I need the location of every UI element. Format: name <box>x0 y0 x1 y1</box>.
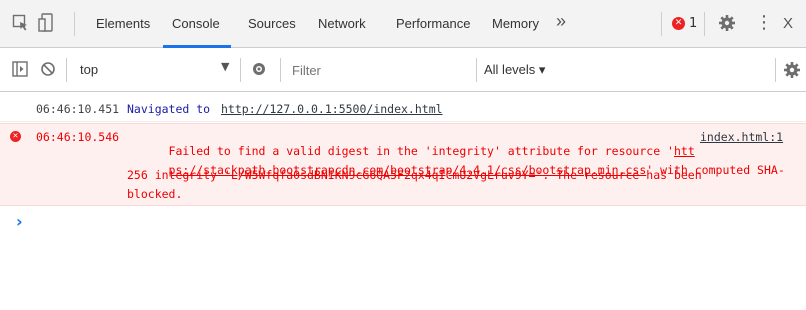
console-settings-gear-icon[interactable] <box>783 61 801 79</box>
console-prompt-chevron-icon: › <box>16 212 23 231</box>
console-message-navigation: 06:46:10.451 Navigated to http://127.0.0… <box>0 92 806 122</box>
context-dropdown-arrow-icon[interactable]: ▼ <box>221 60 229 73</box>
tab-performance[interactable]: Performance <box>396 16 470 31</box>
error-source-link[interactable]: index.html:1 <box>700 130 783 144</box>
console-filter-bar: top ▼ All levels ▾ <box>0 48 806 92</box>
tab-elements[interactable]: Elements <box>96 16 150 31</box>
inspect-element-icon[interactable] <box>12 14 30 32</box>
navigated-url-link[interactable]: http://127.0.0.1:5500/index.html <box>221 102 443 116</box>
filter-input[interactable] <box>290 58 474 82</box>
more-tabs-button[interactable]: » <box>556 11 566 32</box>
error-line-3: 256 integrity 'L/W5Wfqfa0sdBNIKN9cG6QA5F… <box>127 168 702 182</box>
tab-memory[interactable]: Memory <box>492 16 539 31</box>
error-icon: ✕ <box>672 17 685 30</box>
console-prompt-row[interactable]: › <box>0 208 806 238</box>
error-icon: ✕ <box>10 131 21 142</box>
log-levels-dropdown[interactable]: All levels ▾ <box>484 62 545 78</box>
console-message-error: ✕ 06:46:10.546 Failed to find a valid di… <box>0 123 806 206</box>
message-timestamp: 06:46:10.451 <box>36 102 120 116</box>
tab-console[interactable]: Console <box>172 16 220 31</box>
customize-menu-button[interactable]: ⋮ <box>755 12 773 33</box>
message-timestamp: 06:46:10.546 <box>36 130 120 144</box>
devtools-tab-bar: Elements Console Sources Network Perform… <box>0 0 806 48</box>
settings-gear-icon[interactable] <box>718 14 736 32</box>
live-expression-eye-icon[interactable] <box>250 61 268 77</box>
close-devtools-button[interactable]: X <box>783 15 793 32</box>
clear-console-icon[interactable] <box>40 61 56 77</box>
tab-network[interactable]: Network <box>318 16 366 31</box>
error-line-4: blocked. <box>127 187 183 201</box>
error-count: 1 <box>689 16 698 31</box>
console-messages: 06:46:10.451 Navigated to http://127.0.0… <box>0 92 806 310</box>
navigated-to-text: Navigated to <box>127 102 211 116</box>
tab-sources[interactable]: Sources <box>248 16 296 31</box>
sidebar-toggle-icon[interactable] <box>12 61 28 77</box>
context-selector[interactable]: top <box>80 62 98 77</box>
device-toolbar-icon[interactable] <box>38 13 56 33</box>
